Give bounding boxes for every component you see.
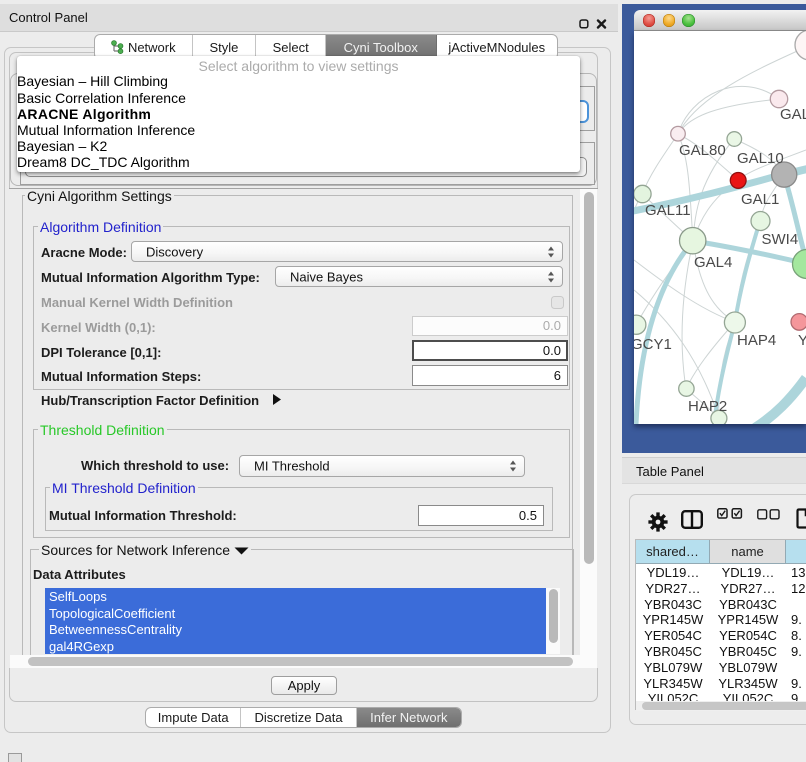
svg-text:HAP2: HAP2 (688, 398, 727, 415)
svg-text:GCY1: GCY1 (634, 336, 672, 353)
svg-text:GAL4: GAL4 (694, 254, 732, 271)
svg-text:GAL1: GAL1 (741, 191, 779, 208)
svg-text:GAL11: GAL11 (645, 202, 691, 219)
svg-text:HAP4: HAP4 (737, 332, 776, 349)
svg-text:SWI4: SWI4 (762, 231, 799, 248)
svg-text:GAL10: GAL10 (737, 150, 784, 167)
svg-text:GAL80: GAL80 (679, 142, 726, 159)
svg-text:GAL7: GAL7 (780, 106, 806, 123)
svg-text:Y: Y (798, 332, 806, 349)
